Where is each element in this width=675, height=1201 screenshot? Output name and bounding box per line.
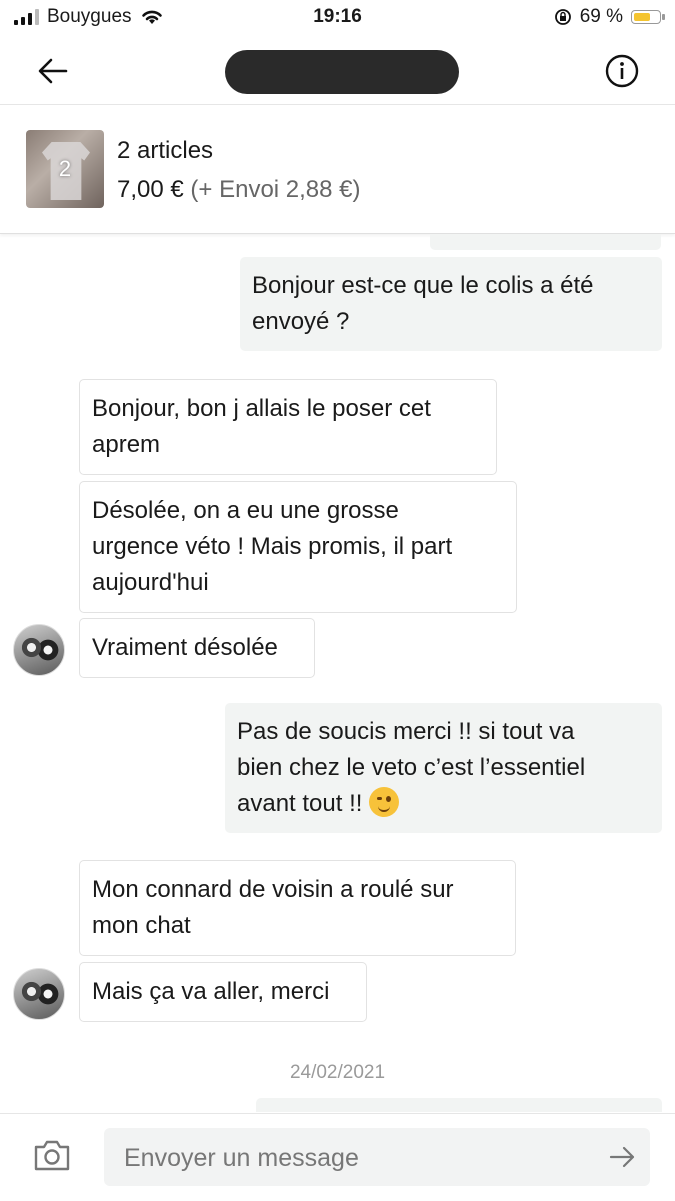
status-bar: Bouygues 19:16 69 %	[0, 0, 675, 36]
message-line: Bonjour est-ce que le colis a été	[252, 272, 594, 299]
message-bubble: Pas de soucis merci !! si tout va bien c…	[225, 703, 662, 833]
message-bubble-partial	[256, 1098, 662, 1112]
price-row: 7,00 € (+ Envoi 2,88 €)	[117, 176, 361, 204]
message-line: urgence véto ! Mais promis, il part	[92, 533, 453, 560]
message-composer	[0, 1113, 675, 1201]
message-line: Vraiment désolée	[92, 634, 278, 661]
message-line: bien chez le veto c’est l’essentiel	[237, 754, 586, 781]
message-bubble: Mon connard de voisin a roulé sur mon ch…	[79, 860, 516, 956]
message-bubble-partial	[430, 234, 661, 250]
date-separator: 24/02/2021	[289, 1062, 386, 1083]
thumbnail-count: 2	[58, 156, 72, 181]
message-line: Bonjour, bon j allais le poser cet	[92, 395, 431, 422]
message-line: Désolée, on a eu une grosse	[92, 497, 399, 524]
message-line: Mais ça va aller, merci	[92, 978, 330, 1005]
battery-fill	[634, 13, 650, 21]
sender-avatar[interactable]	[13, 624, 65, 676]
conversation-navbar	[0, 36, 675, 105]
message-line: avant tout !!	[237, 786, 650, 822]
sender-avatar[interactable]	[13, 968, 65, 1020]
message-line: Pas de soucis merci !! si tout va	[237, 718, 575, 745]
winking-face-emoji	[369, 787, 400, 817]
message-input[interactable]	[122, 1128, 586, 1188]
message-line: Mon connard de voisin a roulé sur	[92, 876, 454, 903]
message-line-text: avant tout !!	[237, 790, 363, 817]
battery-percent: 69 %	[579, 6, 623, 27]
message-bubble: Bonjour est-ce que le colis a été envoyé…	[240, 257, 662, 351]
message-line: mon chat	[92, 912, 191, 939]
message-bubble: Bonjour, bon j allais le poser cet aprem	[79, 379, 497, 475]
arrow-left-icon[interactable]	[36, 54, 70, 88]
message-line: envoyé ?	[252, 308, 350, 335]
info-circle-icon[interactable]	[605, 54, 639, 88]
message-list[interactable]: Bonjour est-ce que le colis a été envoyé…	[0, 234, 675, 1112]
message-bubble: Vraiment désolée	[79, 618, 315, 678]
message-input-wrapper[interactable]	[104, 1128, 650, 1188]
send-arrow-icon[interactable]	[608, 1143, 636, 1171]
redacted-username[interactable]	[225, 50, 459, 94]
camera-icon[interactable]	[32, 1138, 72, 1174]
item-summary[interactable]: 2 2 articles 7,00 € (+ Envoi 2,88 €)	[0, 105, 675, 234]
message-bubble: Mais ça va aller, merci	[79, 962, 367, 1022]
battery-icon	[631, 10, 665, 24]
shipping-price: (+ Envoi 2,88 €)	[190, 176, 361, 203]
item-count-title: 2 articles	[117, 137, 214, 164]
item-thumbnail[interactable]: 2	[26, 130, 104, 208]
rotation-lock-icon	[554, 9, 571, 25]
status-right: 69 %	[554, 6, 665, 28]
message-line: aprem	[92, 431, 161, 458]
message-line: aujourd'hui	[92, 569, 209, 596]
message-bubble: Désolée, on a eu une grosse urgence véto…	[79, 481, 517, 613]
item-price: 7,00 €	[117, 176, 184, 203]
